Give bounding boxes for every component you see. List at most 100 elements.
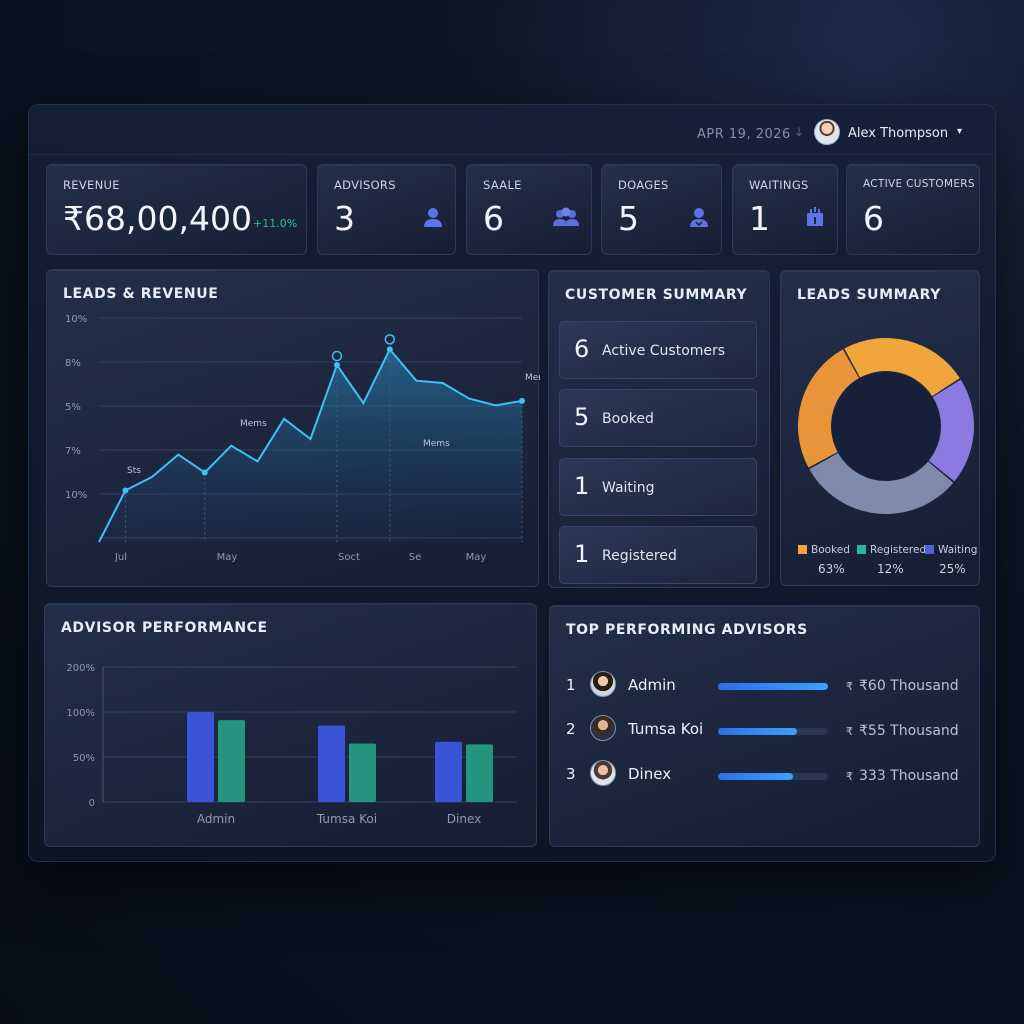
stat-card-doages[interactable]: DOAGES 5: [601, 164, 722, 255]
top-advisors-panel: TOP PERFORMING ADVISORS 1 Admin ₹ ₹60 Tho…: [549, 605, 980, 847]
bar: [435, 741, 462, 802]
x-tick-label: May: [466, 552, 487, 563]
summary-label: Active Customers: [602, 343, 726, 359]
x-tick-label: May: [217, 552, 238, 563]
user-name[interactable]: Alex Thompson: [848, 126, 948, 141]
stat-label: SAALE: [483, 178, 522, 192]
stat-value: ₹68,00,400: [63, 199, 252, 238]
stat-value: 3: [334, 199, 355, 238]
x-tick-label: Jul: [114, 552, 127, 563]
avatar: [590, 715, 616, 741]
summary-label: Waiting: [602, 480, 655, 496]
advisor-rank: 2: [566, 720, 576, 738]
stat-delta: +11.0%: [253, 217, 298, 230]
avatar: [590, 760, 616, 786]
summary-count: 6: [574, 335, 590, 363]
stat-card-waitings[interactable]: WAITINGS 1: [732, 164, 838, 255]
summary-row-registered[interactable]: 1 Registered: [559, 526, 757, 584]
chevron-down-icon[interactable]: ▾: [957, 126, 962, 137]
stat-card-advisors[interactable]: ADVISORS 3: [317, 164, 456, 255]
summary-label: Booked: [602, 411, 654, 427]
summary-row-active-customers[interactable]: 6 Active Customers: [559, 321, 757, 379]
stat-label: DOAGES: [618, 178, 669, 192]
stat-value: 6: [483, 199, 504, 238]
panel-title: CUSTOMER SUMMARY: [565, 287, 748, 303]
annotation-label: Sts: [127, 466, 141, 476]
stat-label: REVENUE: [63, 178, 120, 192]
advisor-name[interactable]: Tumsa Koi: [628, 720, 703, 738]
y-tick-label: 5%: [65, 402, 81, 413]
top-bar: APR 19, 2026 ↓ Alex Thompson ▾: [29, 105, 995, 155]
advisor-progress-bar: [718, 683, 828, 690]
y-tick-label: 0: [89, 798, 95, 809]
person-icon: [424, 208, 442, 227]
user-badge-icon: [690, 208, 708, 227]
advisor-amount: ₹333 Thousand: [846, 768, 959, 784]
data-point: [519, 397, 525, 404]
panel-title: TOP PERFORMING ADVISORS: [566, 622, 808, 638]
date-label: APR 19, 2026: [697, 127, 791, 142]
data-point: [333, 362, 340, 369]
leads-revenue-panel: LEADS & REVENUE 10% 8% 5% 7% 10% Jul May Soct Se…: [46, 269, 540, 587]
summary-label: Registered: [602, 548, 677, 564]
y-tick-label: 10%: [65, 490, 87, 501]
leads-donut-chart: [798, 338, 974, 514]
y-tick-label: 100%: [66, 708, 95, 719]
x-tick-label: Dinex: [447, 812, 481, 826]
panel-title: LEADS SUMMARY: [797, 287, 941, 303]
advisor-progress-bar: [718, 728, 828, 735]
legend-pct-booked: 63%: [818, 562, 845, 576]
legend-item-waiting: Waiting: [925, 544, 977, 556]
summary-count: 5: [574, 403, 590, 431]
annotation-label: Mems: [525, 373, 540, 383]
bar: [318, 725, 345, 802]
stat-label: ACTIVE CUSTOMERS: [863, 178, 975, 190]
bar: [349, 743, 376, 802]
summary-count: 1: [574, 540, 590, 568]
legend-pct-waiting: 25%: [939, 562, 966, 576]
stat-value: 5: [618, 199, 639, 238]
data-point: [122, 487, 129, 494]
avatar: [590, 671, 616, 697]
annotation-label: Mems: [423, 439, 450, 449]
highlight-ring: [384, 334, 396, 345]
advisor-progress-fill: [718, 728, 798, 735]
advisor-progress-fill: [718, 683, 828, 690]
advisor-performance-chart: 200% 100% 50% 0 Admin Tumsa Koi Dinex: [66, 663, 517, 826]
advisor-rank: 1: [566, 676, 576, 694]
leads-revenue-chart: 10% 8% 5% 7% 10% Jul May Soct Se May Mems Mems Mems S…: [65, 314, 540, 563]
advisor-amount: ₹ ₹60 Thousand: [846, 678, 959, 694]
stat-card-active-customers[interactable]: ACTIVE CUSTOMERS 6: [846, 164, 980, 255]
legend-item-booked: Booked: [798, 544, 850, 556]
dashboard-frame: APR 19, 2026 ↓ Alex Thompson ▾ REVENUE ₹…: [28, 104, 996, 862]
summary-count: 1: [574, 472, 590, 500]
leads-summary-panel: LEADS SUMMARY Booked Registered Waiting …: [780, 270, 980, 586]
x-tick-label: Se: [409, 552, 422, 563]
calendar-icon: [807, 207, 823, 226]
x-tick-label: Admin: [197, 812, 235, 826]
data-point: [386, 346, 393, 353]
y-tick-label: 200%: [66, 663, 95, 674]
advisor-amount: ₹ ₹55 Thousand: [846, 723, 959, 739]
bar: [466, 744, 493, 802]
date-separator: ↓: [794, 125, 805, 139]
stat-card-saale[interactable]: SAALE 6: [466, 164, 592, 255]
summary-row-waiting[interactable]: 1 Waiting: [559, 458, 757, 516]
summary-row-booked[interactable]: 5 Booked: [559, 389, 757, 447]
x-tick-label: Soct: [338, 552, 360, 563]
advisor-name[interactable]: Admin: [628, 676, 676, 694]
customer-summary-panel: CUSTOMER SUMMARY 6 Active Customers 5 Bo…: [548, 270, 770, 588]
y-tick-label: 7%: [65, 446, 81, 457]
stat-value: 1: [749, 199, 770, 238]
stat-card-revenue[interactable]: REVENUE ₹68,00,400 +11.0%: [46, 164, 307, 255]
donut-hole: [832, 372, 940, 480]
bar: [218, 720, 245, 802]
data-point: [201, 469, 208, 476]
x-tick-label: Tumsa Koi: [316, 812, 377, 826]
advisor-name[interactable]: Dinex: [628, 765, 671, 783]
user-avatar[interactable]: [814, 119, 840, 145]
stat-value: 6: [863, 199, 884, 238]
legend-item-registered: Registered: [857, 544, 926, 556]
annotation-label: Mems: [240, 419, 267, 429]
group-icon: [553, 207, 579, 226]
